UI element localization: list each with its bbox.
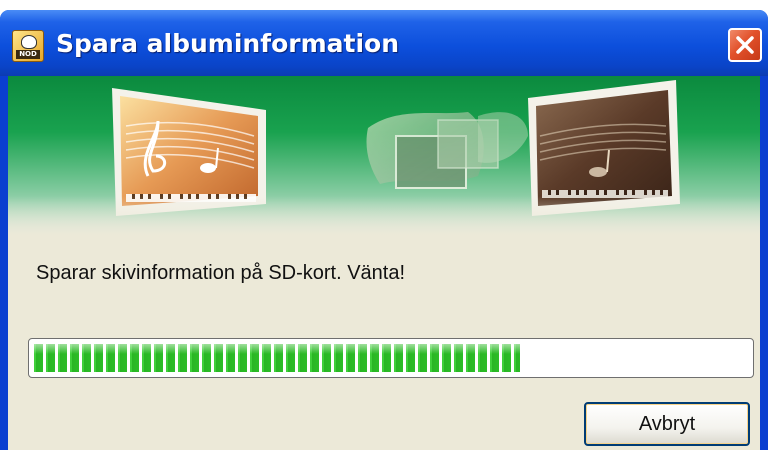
music-sheet-card-dark-icon bbox=[528, 80, 680, 216]
status-message: Sparar skivinformation på SD-kort. Vänta… bbox=[36, 262, 406, 284]
app-icon-tag: NOD bbox=[16, 50, 40, 59]
mascot-head bbox=[21, 35, 37, 49]
cancel-button-label: Avbryt bbox=[638, 413, 696, 435]
transfer-icon bbox=[366, 112, 528, 189]
banner-artwork bbox=[112, 80, 680, 216]
app-mascot-icon: NOD bbox=[12, 30, 44, 62]
close-button[interactable] bbox=[728, 28, 762, 62]
dialog-client-area: Sparar skivinformation på SD-kort. Vänta… bbox=[8, 76, 760, 450]
progress-bar-fill bbox=[33, 344, 520, 372]
cancel-button[interactable]: Avbryt bbox=[584, 402, 750, 446]
music-sheet-card-icon bbox=[112, 88, 266, 216]
header-banner bbox=[8, 76, 760, 236]
progress-bar bbox=[28, 338, 754, 378]
dialog-window: NOD Spara albuminformation Sparar skivin… bbox=[0, 10, 768, 450]
window-title: Spara albuminformation bbox=[56, 29, 400, 58]
title-bar[interactable]: NOD Spara albuminformation bbox=[0, 10, 768, 76]
close-icon bbox=[736, 36, 754, 54]
